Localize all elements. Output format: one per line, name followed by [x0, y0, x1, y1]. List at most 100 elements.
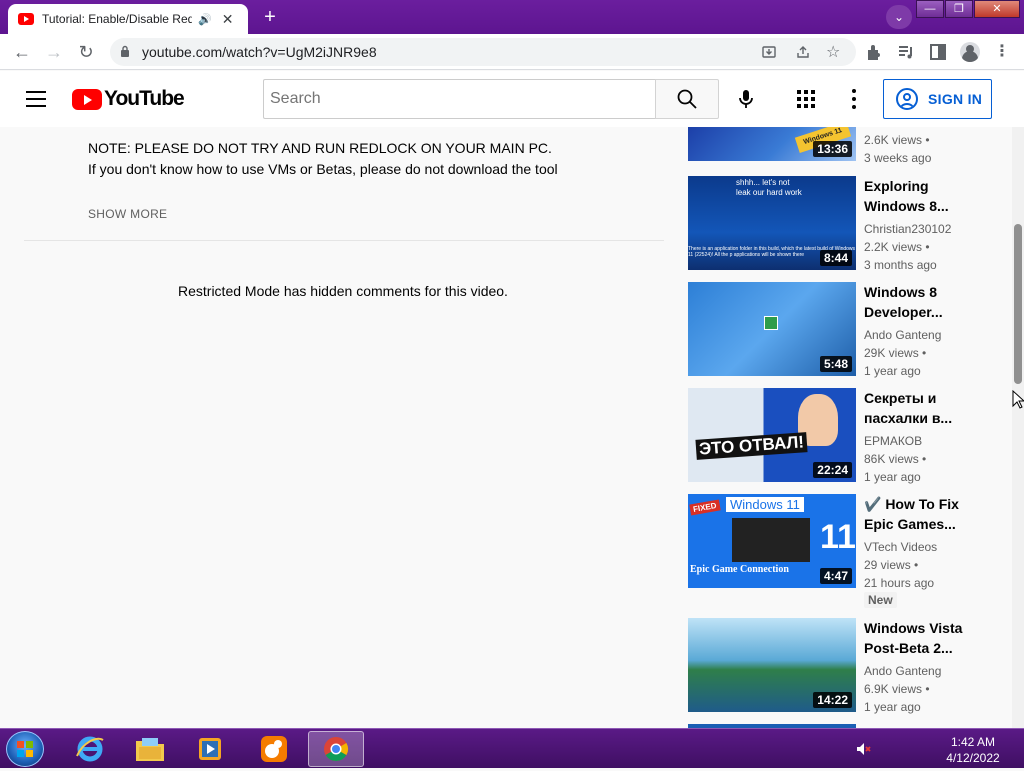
microphone-icon[interactable]	[734, 87, 758, 111]
tab-close-icon[interactable]: ✕	[222, 11, 234, 28]
reload-icon[interactable]: ↻	[74, 40, 98, 64]
recommendation-item[interactable]: FIXED Windows 11 11 Epic Game Connection…	[688, 494, 988, 612]
video-duration: 5:48	[819, 356, 852, 372]
view-count: 29K views •	[864, 346, 927, 360]
search-input[interactable]	[263, 79, 656, 119]
thumbnail-title: Windows 11	[726, 497, 804, 512]
channel-name[interactable]: Ando Ganteng	[864, 662, 984, 680]
divider	[24, 240, 664, 241]
address-bar[interactable]: youtube.com/watch?v=UgM2iJNR9e8 ☆	[110, 38, 856, 66]
restricted-mode-message: Restricted Mode has hidden comments for …	[178, 283, 508, 299]
view-count: 6.9K views •	[864, 682, 930, 696]
bookmark-star-icon[interactable]: ☆	[826, 42, 840, 62]
view-count: 2.6K views •	[864, 133, 930, 147]
recommendation-item[interactable]: Windows 11 13:36 2.6K views • 3 weeks ag…	[688, 127, 988, 167]
video-description: NOTE: PLEASE DO NOT TRY AND RUN REDLOCK …	[88, 138, 558, 180]
page-scrollbar[interactable]	[1012, 127, 1024, 728]
window-controls: — ❐ ✕	[915, 0, 1020, 18]
share-icon[interactable]	[796, 45, 810, 59]
recommendation-item[interactable]: 14:22 Windows Vista Post-Beta 2... Ando …	[688, 618, 988, 718]
upload-age: 1 year ago	[864, 364, 921, 378]
media-control-icon[interactable]	[896, 42, 916, 62]
windows-logo-icon	[17, 741, 33, 757]
close-window-button[interactable]: ✕	[974, 0, 1020, 18]
thumbnail-number: 11	[820, 518, 856, 556]
upload-age: 1 year ago	[864, 700, 921, 714]
recommendation-item[interactable]: shhh... let's not leak our hard work The…	[688, 176, 988, 276]
system-clock[interactable]: 1:42 AM 4/12/2022	[938, 734, 1008, 766]
browser-tab-strip: Tutorial: Enable/Disable Redlock 🔊 ✕ + ⌄…	[0, 0, 1024, 34]
menu-icon[interactable]	[26, 91, 46, 107]
tab-search-icon[interactable]: ⌄	[886, 5, 912, 29]
search-button[interactable]	[655, 79, 719, 119]
new-tab-button[interactable]: +	[258, 6, 282, 28]
chrome-taskbar-icon[interactable]	[308, 731, 364, 767]
video-title[interactable]: Windows 8 Developer...	[864, 282, 974, 322]
video-thumbnail[interactable]: FIXED Windows 11 11 Epic Game Connection…	[688, 494, 856, 588]
minimize-button[interactable]: —	[916, 0, 944, 18]
profile-avatar[interactable]	[960, 42, 980, 62]
apps-grid-icon[interactable]	[797, 90, 815, 108]
youtube-favicon-icon	[18, 13, 34, 25]
channel-name[interactable]: ЕРМАКОВ	[864, 432, 984, 450]
video-thumbnail[interactable]: 14:22	[688, 618, 856, 712]
thumbnail-caption: shhh... let's not leak our hard work	[736, 178, 802, 197]
view-count: 29 views •	[864, 558, 919, 572]
channel-name[interactable]: Ando Ganteng	[864, 326, 984, 344]
youtube-logo[interactable]: YouTube	[72, 87, 185, 110]
clock-time: 1:42 AM	[950, 735, 996, 749]
channel-name[interactable]: VTech Videos	[864, 538, 984, 556]
start-button[interactable]	[6, 731, 44, 767]
video-title[interactable]: ✔️ How To Fix Epic Games...	[864, 494, 974, 534]
settings-more-icon[interactable]	[852, 89, 856, 109]
forward-icon[interactable]: →	[42, 40, 66, 64]
recommendation-item[interactable]: 5:48 Windows 8 Developer... Ando Ganteng…	[688, 282, 988, 382]
windows-taskbar: 1:42 AM 4/12/2022	[0, 728, 1024, 768]
extensions-icon[interactable]	[864, 42, 884, 62]
file-explorer-taskbar-icon[interactable]	[122, 731, 178, 767]
scrollbar-thumb[interactable]	[1014, 224, 1022, 384]
video-title[interactable]: Windows Vista Post-Beta 2...	[864, 618, 974, 658]
url-text: youtube.com/watch?v=UgM2iJNR9e8	[142, 44, 377, 60]
back-icon[interactable]: ←	[10, 40, 34, 64]
internet-explorer-taskbar-icon[interactable]	[62, 731, 118, 767]
browser-toolbar: ← → ↻ youtube.com/watch?v=UgM2iJNR9e8 ☆ …	[0, 34, 1024, 70]
tab-title: Tutorial: Enable/Disable Redlock	[42, 12, 192, 26]
video-duration: 14:22	[813, 692, 852, 708]
view-count: 2.2K views •	[864, 240, 930, 254]
uc-browser-taskbar-icon[interactable]	[246, 731, 302, 767]
upload-age: 3 weeks ago	[864, 151, 932, 165]
search-icon	[677, 89, 697, 109]
video-duration: 22:24	[813, 462, 852, 478]
video-thumbnail[interactable]: shhh... let's not leak our hard work The…	[688, 176, 856, 270]
video-duration: 13:36	[813, 141, 852, 157]
upload-age: 1 year ago	[864, 470, 921, 484]
upload-age: 21 hours ago	[864, 576, 935, 590]
video-thumbnail[interactable]: Windows 11 13:36	[688, 127, 856, 161]
channel-name[interactable]: Christian230102	[864, 220, 984, 238]
browser-menu-icon[interactable]: ⋮	[992, 42, 1012, 62]
view-count: 86K views •	[864, 452, 927, 466]
video-duration: 4:47	[819, 568, 852, 584]
sign-in-label: SIGN IN	[928, 91, 983, 107]
browser-tab[interactable]: Tutorial: Enable/Disable Redlock 🔊 ✕	[8, 4, 248, 34]
volume-muted-icon[interactable]	[856, 742, 872, 756]
account-icon	[896, 88, 918, 110]
youtube-play-icon	[72, 88, 102, 110]
video-thumbnail[interactable]: ЭТО ОТВАЛ! 22:24	[688, 388, 856, 482]
tab-audio-icon[interactable]: 🔊	[198, 13, 212, 26]
thumbnail-caption: ЭТО ОТВАЛ!	[695, 432, 808, 460]
video-thumbnail[interactable]: 5:48	[688, 282, 856, 376]
side-panel-icon[interactable]	[928, 42, 948, 62]
video-duration: 8:44	[819, 250, 852, 266]
lock-icon[interactable]	[120, 45, 130, 57]
maximize-button[interactable]: ❐	[945, 0, 973, 18]
video-title[interactable]: Exploring Windows 8...	[864, 176, 974, 216]
media-player-taskbar-icon[interactable]	[182, 731, 238, 767]
recommendation-item[interactable]: ЭТО ОТВАЛ! 22:24 Секреты и пасхалки в...…	[688, 388, 988, 488]
sign-in-button[interactable]: SIGN IN	[883, 79, 992, 119]
video-title[interactable]: Секреты и пасхалки в...	[864, 388, 974, 428]
show-more-button[interactable]: SHOW MORE	[88, 207, 167, 221]
install-app-icon[interactable]	[762, 45, 776, 59]
youtube-logo-text: YouTube	[104, 87, 185, 110]
